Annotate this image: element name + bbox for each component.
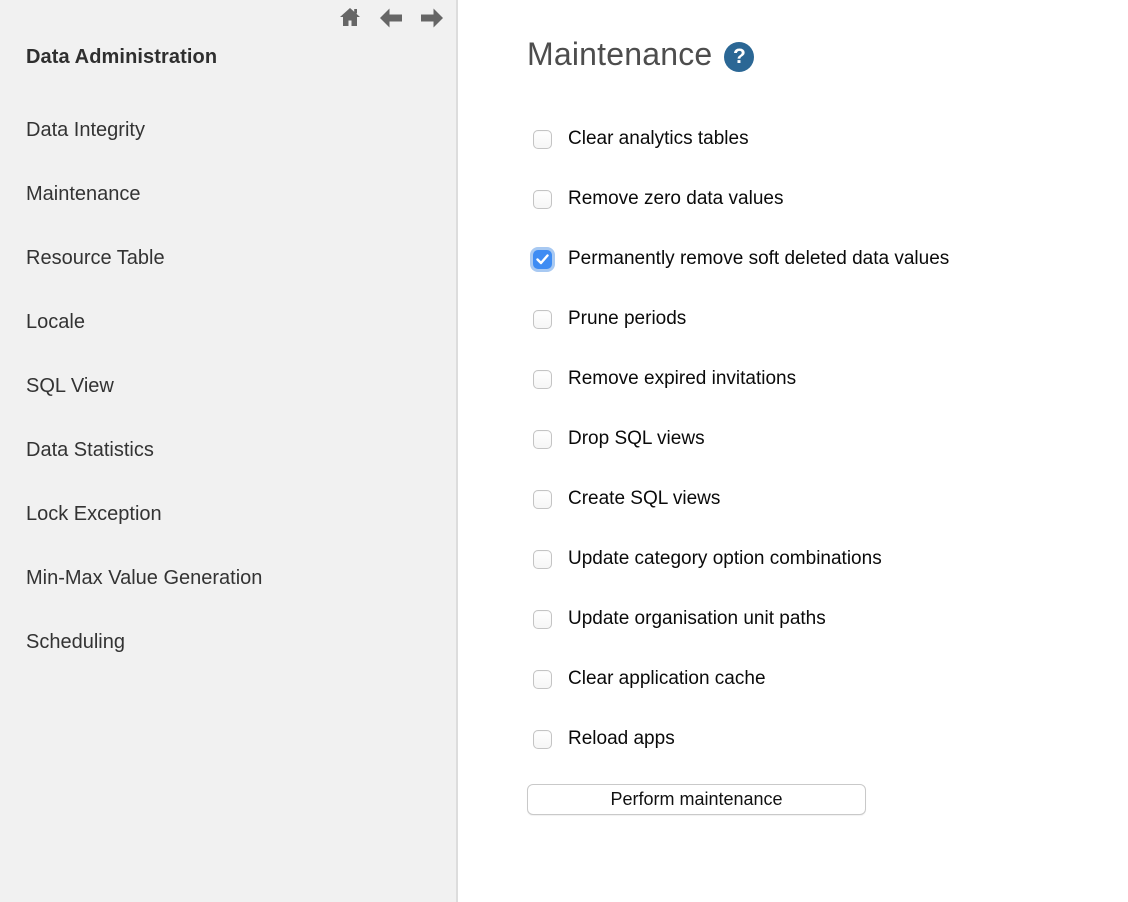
maintenance-option-update-organisation-unit-paths[interactable]: Update organisation unit paths (527, 589, 1128, 649)
checkbox-label: Remove expired invitations (568, 368, 796, 390)
sidebar-nav: Data Integrity Maintenance Resource Tabl… (0, 98, 456, 674)
checkbox[interactable] (533, 130, 552, 149)
checkbox[interactable] (533, 190, 552, 209)
page-header: Maintenance ? (527, 36, 1128, 73)
page-title: Maintenance (527, 36, 712, 73)
checkbox[interactable] (533, 610, 552, 629)
help-icon[interactable]: ? (724, 42, 754, 72)
maintenance-option-drop-sql-views[interactable]: Drop SQL views (527, 409, 1128, 469)
checkbox[interactable] (533, 490, 552, 509)
sidebar-item-label: Scheduling (26, 631, 125, 654)
checkbox-label: Permanently remove soft deleted data val… (568, 248, 949, 270)
checkbox[interactable] (533, 370, 552, 389)
checkbox-label: Clear analytics tables (568, 128, 749, 150)
arrow-right-icon[interactable] (418, 5, 446, 31)
sidebar: Data Administration Data Integrity Maint… (0, 0, 458, 902)
maintenance-option-clear-application-cache[interactable]: Clear application cache (527, 649, 1128, 709)
checkbox-label: Drop SQL views (568, 428, 705, 450)
checkbox-label: Prune periods (568, 308, 686, 330)
maintenance-option-update-category-option-combinations[interactable]: Update category option combinations (527, 529, 1128, 589)
sidebar-item-label: Maintenance (26, 183, 141, 206)
checkbox-label: Update organisation unit paths (568, 608, 826, 630)
checkbox[interactable] (533, 250, 552, 269)
checkbox-label: Clear application cache (568, 668, 766, 690)
maintenance-option-remove-zero-data-values[interactable]: Remove zero data values (527, 169, 1128, 229)
maintenance-options-list: Clear analytics tables Remove zero data … (527, 109, 1128, 769)
home-icon[interactable] (336, 5, 364, 31)
checkbox[interactable] (533, 430, 552, 449)
sidebar-item-min-max-value-generation[interactable]: Min-Max Value Generation (0, 546, 456, 610)
maintenance-option-prune-periods[interactable]: Prune periods (527, 289, 1128, 349)
sidebar-item-label: Data Statistics (26, 439, 154, 462)
checkbox[interactable] (533, 310, 552, 329)
checkbox[interactable] (533, 730, 552, 749)
checkbox-label: Remove zero data values (568, 188, 783, 210)
sidebar-item-sql-view[interactable]: SQL View (0, 354, 456, 418)
sidebar-item-lock-exception[interactable]: Lock Exception (0, 482, 456, 546)
maintenance-option-create-sql-views[interactable]: Create SQL views (527, 469, 1128, 529)
maintenance-option-remove-expired-invitations[interactable]: Remove expired invitations (527, 349, 1128, 409)
maintenance-option-permanently-remove-soft-deleted-data-values[interactable]: Permanently remove soft deleted data val… (527, 229, 1128, 289)
checkmark-icon (536, 254, 549, 265)
nav-icon-bar (336, 5, 446, 31)
app-window: Data Administration Data Integrity Maint… (0, 0, 1128, 902)
main-content: Maintenance ? Clear analytics tables (458, 0, 1128, 902)
checkbox[interactable] (533, 670, 552, 689)
sidebar-item-label: Resource Table (26, 247, 165, 270)
arrow-left-icon[interactable] (377, 5, 405, 31)
sidebar-item-resource-table[interactable]: Resource Table (0, 226, 456, 290)
maintenance-option-reload-apps[interactable]: Reload apps (527, 709, 1128, 769)
checkbox-label: Update category option combinations (568, 548, 882, 570)
sidebar-item-label: Data Integrity (26, 119, 145, 142)
perform-maintenance-button[interactable]: Perform maintenance (527, 784, 866, 815)
checkbox-label: Create SQL views (568, 488, 720, 510)
sidebar-item-label: Lock Exception (26, 503, 162, 526)
sidebar-item-maintenance[interactable]: Maintenance (0, 162, 456, 226)
maintenance-option-clear-analytics-tables[interactable]: Clear analytics tables (527, 109, 1128, 169)
sidebar-item-label: Locale (26, 311, 85, 334)
sidebar-item-locale[interactable]: Locale (0, 290, 456, 354)
checkbox[interactable] (533, 550, 552, 569)
sidebar-item-data-integrity[interactable]: Data Integrity (0, 98, 456, 162)
sidebar-item-scheduling[interactable]: Scheduling (0, 610, 456, 674)
sidebar-item-label: Min-Max Value Generation (26, 567, 262, 590)
checkbox-label: Reload apps (568, 728, 675, 750)
sidebar-item-label: SQL View (26, 375, 114, 398)
sidebar-item-data-statistics[interactable]: Data Statistics (0, 418, 456, 482)
